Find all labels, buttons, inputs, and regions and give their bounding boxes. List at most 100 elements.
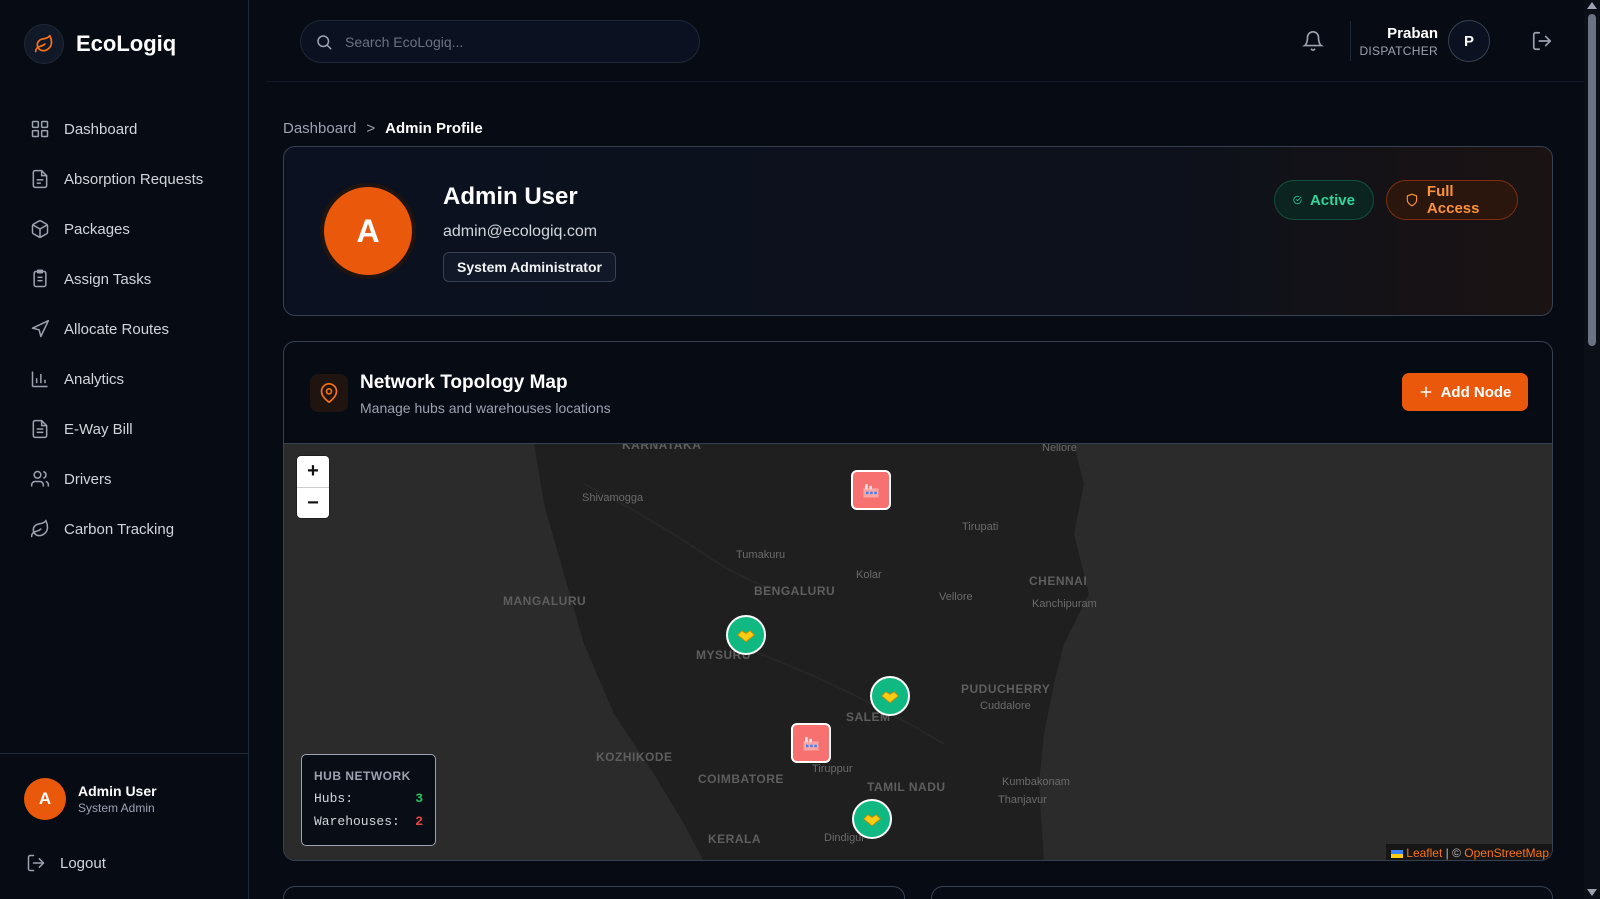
top-header: Praban DISPATCHER P	[266, 0, 1586, 82]
page-scrollbar[interactable]	[1584, 0, 1600, 899]
bottom-card-right	[931, 886, 1553, 899]
map-label-coimbatore: COIMBATORE	[698, 772, 784, 786]
sidebar: EcoLogiq Dashboard Absorption Requests P…	[0, 0, 249, 899]
map-label-kolar: Kolar	[856, 569, 882, 581]
map-title: Network Topology Map	[360, 372, 568, 393]
search-input[interactable]	[345, 33, 665, 50]
package-icon	[31, 219, 49, 239]
profile-name: Admin User	[443, 183, 578, 210]
sidebar-item-label: Packages	[64, 220, 130, 238]
map-attribution: Leaflet | © OpenStreetMap	[1385, 844, 1552, 860]
map-label-bengaluru: BENGALURU	[754, 584, 836, 598]
file-text-icon	[32, 419, 48, 439]
bottom-card-left	[283, 886, 905, 899]
handshake-icon	[863, 814, 881, 827]
sidebar-item-label: Carbon Tracking	[64, 520, 175, 538]
sidebar-item-label: E-Way Bill	[64, 420, 133, 438]
map-subtitle: Manage hubs and warehouses locations	[360, 400, 611, 416]
map-label-kerala: KERALA	[708, 832, 761, 846]
bar-chart-icon	[31, 371, 48, 388]
leaf-icon	[30, 519, 49, 538]
sidebar-item-packages[interactable]: Packages	[0, 204, 249, 254]
status-badge: Active	[1274, 180, 1374, 220]
scroll-thumb[interactable]	[1588, 14, 1596, 346]
brand-name: EcoLogiq	[76, 31, 177, 56]
legend-warehouses-row: Warehouses: 2	[314, 814, 423, 829]
avatar: A	[24, 778, 66, 820]
header-avatar[interactable]: P	[1448, 20, 1490, 62]
warehouse-marker[interactable]	[851, 470, 891, 510]
hub-marker[interactable]	[870, 676, 910, 716]
sidebar-item-label: Absorption Requests	[64, 170, 204, 188]
hub-network-legend: HUB NETWORK Hubs: 3 Warehouses: 2	[301, 754, 436, 846]
sidebar-item-e-way-bill[interactable]: E-Way Bill	[0, 404, 249, 454]
factory-icon	[863, 484, 879, 498]
sidebar-item-carbon-tracking[interactable]: Carbon Tracking	[0, 504, 249, 554]
hub-marker[interactable]	[726, 615, 766, 655]
map-label-shivamogga: Shivamogga	[582, 492, 644, 504]
legend-warehouses-count: 2	[415, 814, 423, 829]
document-icon	[32, 169, 48, 189]
breadcrumb-current: Admin Profile	[385, 120, 483, 137]
add-node-button[interactable]: Add Node	[1402, 373, 1528, 411]
factory-icon	[803, 737, 819, 751]
map-label-vellore: Vellore	[939, 591, 973, 603]
map-viewport[interactable]: KARNATAKA Nellore Shivamogga Tirupati Tu…	[284, 444, 1552, 860]
zoom-in-button[interactable]: +	[297, 456, 329, 487]
sidebar-item-label: Dashboard	[64, 120, 138, 138]
sidebar-item-dashboard[interactable]: Dashboard	[0, 104, 249, 154]
profile-avatar: A	[320, 183, 416, 279]
map-label-kozhikode: KOZHIKODE	[596, 750, 673, 764]
breadcrumb-dashboard[interactable]: Dashboard	[283, 120, 356, 137]
logout-label: Logout	[60, 854, 106, 872]
map-label-puducherry: PUDUCHERRY	[961, 682, 1051, 696]
hub-marker[interactable]	[852, 799, 892, 839]
legend-hubs-row: Hubs: 3	[314, 791, 423, 806]
legend-warehouses-label: Warehouses:	[314, 814, 400, 829]
map-label-chennai: CHENNAI	[1029, 574, 1088, 588]
bell-icon[interactable]	[1302, 30, 1324, 57]
map-label-nellore: Nellore	[1042, 444, 1077, 454]
network-map-card: Network Topology Map Manage hubs and war…	[283, 341, 1553, 861]
leaflet-link[interactable]: Leaflet	[1406, 846, 1442, 860]
sidebar-item-label: Allocate Routes	[64, 320, 170, 338]
sidebar-item-assign-tasks[interactable]: Assign Tasks	[0, 254, 249, 304]
logout-button[interactable]: Logout	[26, 853, 106, 873]
access-badge-label: Full Access	[1426, 183, 1480, 217]
header-divider	[1350, 21, 1351, 61]
map-card-header: Network Topology Map Manage hubs and war…	[284, 342, 1552, 444]
map-label-karnataka: KARNATAKA	[622, 444, 702, 452]
map-label-mangaluru: MANGALURU	[503, 594, 587, 608]
sidebar-user-name: Admin User	[78, 783, 157, 799]
map-label-tirupati: Tirupati	[962, 521, 999, 533]
sidebar-user-role: System Admin	[78, 801, 155, 815]
sidebar-item-drivers[interactable]: Drivers	[0, 454, 249, 504]
status-badge-label: Active	[1309, 191, 1355, 209]
map-pin-icon	[310, 374, 348, 412]
legend-hubs-count: 3	[415, 791, 423, 806]
warehouse-marker[interactable]	[791, 723, 831, 763]
check-circle-icon	[1293, 195, 1302, 205]
sidebar-item-analytics[interactable]: Analytics	[0, 354, 249, 404]
navigation-icon	[31, 319, 50, 338]
scroll-up-arrow-icon[interactable]	[1587, 2, 1597, 9]
sidebar-item-absorption-requests[interactable]: Absorption Requests	[0, 154, 249, 204]
header-user-role: DISPATCHER	[1359, 44, 1438, 58]
sidebar-item-allocate-routes[interactable]: Allocate Routes	[0, 304, 249, 354]
brand[interactable]: EcoLogiq	[24, 24, 176, 64]
header-logout-icon[interactable]	[1531, 30, 1553, 57]
profile-email: admin@ecologiq.com	[443, 223, 598, 240]
map-label-kumbakonam: Kumbakonam	[1002, 776, 1070, 788]
scroll-down-arrow-icon[interactable]	[1587, 889, 1597, 896]
sidebar-user[interactable]: A Admin User System Admin	[0, 753, 249, 820]
header-user-name: Praban	[1387, 25, 1438, 42]
zoom-out-button[interactable]: −	[297, 487, 329, 518]
sidebar-item-label: Drivers	[64, 470, 112, 488]
map-label-tamil-nadu: TAMIL NADU	[867, 780, 946, 794]
sidebar-nav: Dashboard Absorption Requests Packages A…	[0, 104, 249, 554]
map-landmass	[284, 444, 1552, 860]
add-node-label: Add Node	[1440, 383, 1512, 401]
sidebar-item-label: Analytics	[64, 370, 125, 388]
legend-hubs-label: Hubs:	[314, 791, 354, 806]
openstreetmap-link[interactable]: OpenStreetMap	[1464, 846, 1549, 860]
